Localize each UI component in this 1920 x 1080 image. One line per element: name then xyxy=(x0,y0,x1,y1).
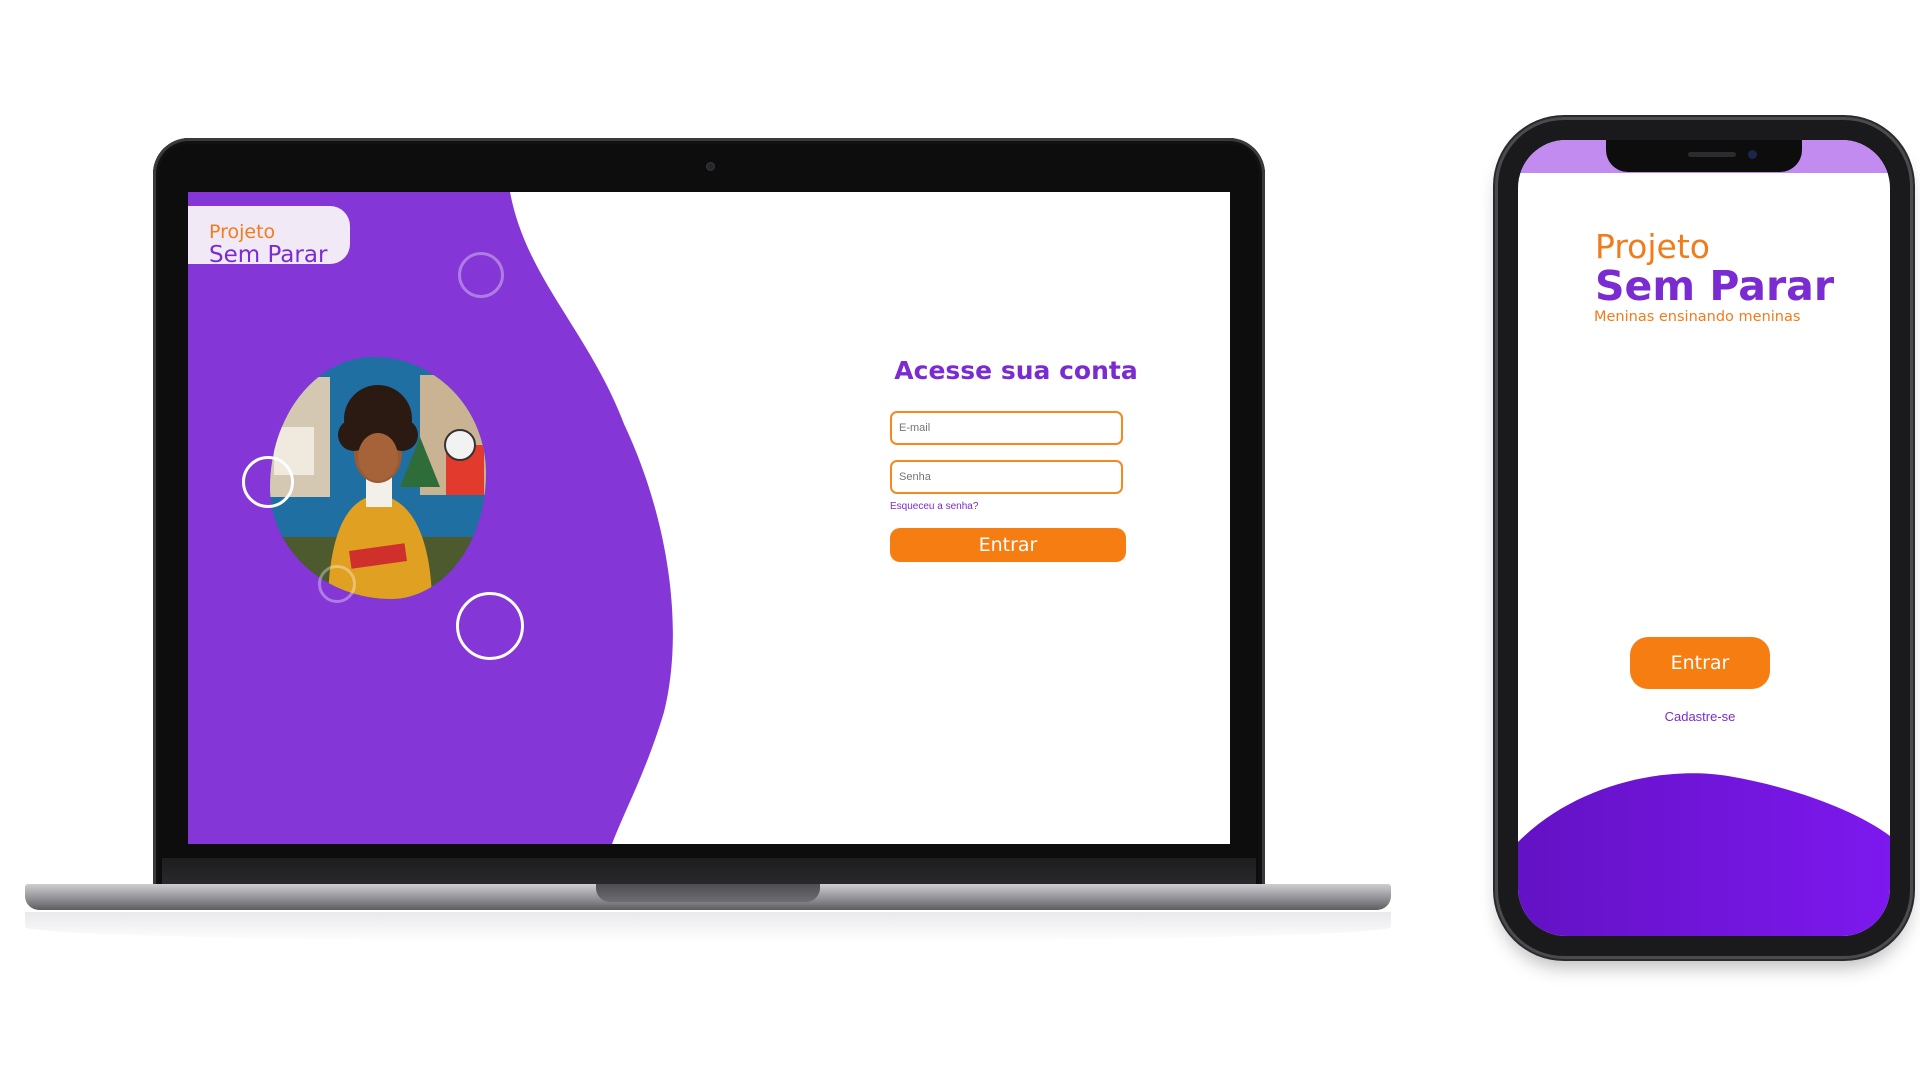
logo-text-sem-parar: Sem Parar xyxy=(209,242,328,268)
password-field[interactable] xyxy=(890,460,1123,494)
laptop-screen: Projeto Sem Parar Acesse sua conta E-mai… xyxy=(188,192,1230,844)
decor-ring xyxy=(318,565,356,603)
phone-speaker xyxy=(1688,152,1736,157)
phone-screen: Projeto Sem Parar Meninas ensinando meni… xyxy=(1518,140,1890,936)
laptop-shadow xyxy=(25,912,1391,942)
phone-logo-projeto: Projeto xyxy=(1595,227,1710,266)
phone-camera xyxy=(1748,150,1757,159)
login-title: Acesse sua conta xyxy=(894,356,1138,385)
decor-ring xyxy=(458,252,504,298)
phone-tagline: Meninas ensinando meninas xyxy=(1594,309,1801,325)
phone-logo-sem-parar: Sem Parar xyxy=(1595,262,1835,310)
phone-purple-wave xyxy=(1518,773,1890,936)
woman-with-notebook-photo xyxy=(270,357,486,599)
decor-ring xyxy=(242,456,294,508)
signup-link[interactable]: Cadastre-se xyxy=(1630,709,1770,724)
hero-photo xyxy=(270,357,486,599)
decor-ring xyxy=(456,592,524,660)
laptop-opening-notch xyxy=(596,884,820,902)
logo-text-projeto: Projeto xyxy=(209,221,276,243)
login-button[interactable]: Entrar xyxy=(890,528,1126,562)
laptop-camera xyxy=(706,162,715,171)
forgot-password-link[interactable]: Esqueceu a senha? xyxy=(890,501,978,512)
mobile-login-button[interactable]: Entrar xyxy=(1630,637,1770,689)
email-field[interactable] xyxy=(890,411,1123,445)
logo-card[interactable]: Projeto Sem Parar xyxy=(188,206,350,268)
phone-side-button xyxy=(1910,318,1914,410)
